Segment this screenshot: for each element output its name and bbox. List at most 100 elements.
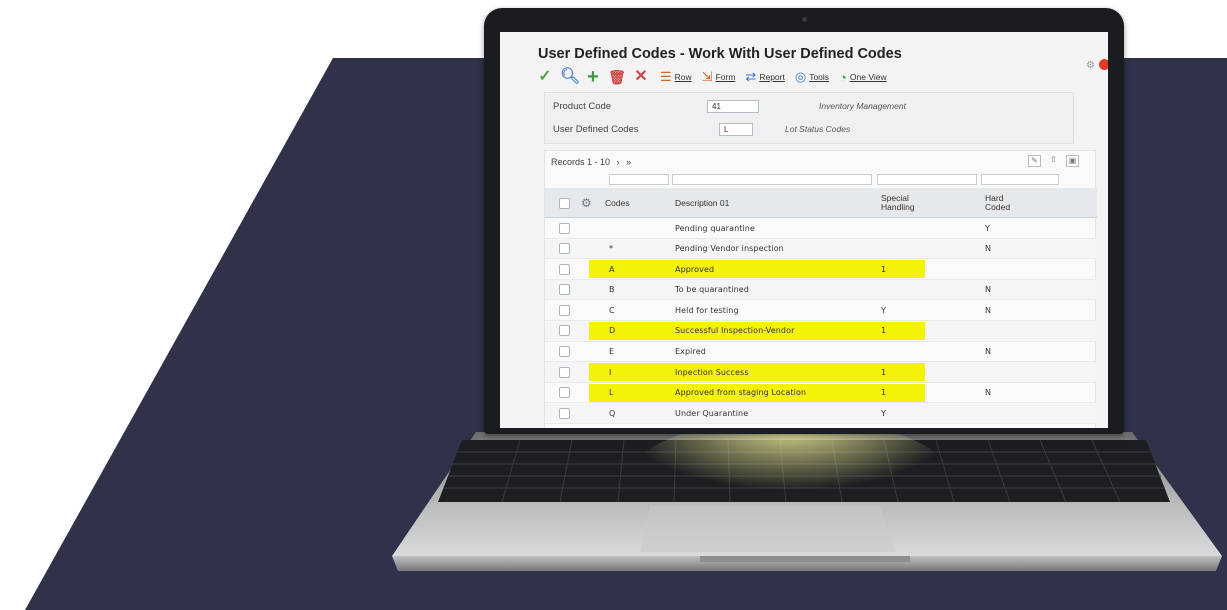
hard-coded-cell: N (985, 244, 992, 254)
special-handling-cell: 1 (881, 367, 887, 377)
close-icon[interactable]: ✕ (632, 68, 650, 86)
hard-coded-column-header[interactable]: Hard Coded (985, 188, 1010, 218)
udc-description: Lot Status Codes (785, 124, 851, 134)
code-cell: E (609, 347, 615, 357)
camera-icon (802, 17, 807, 22)
description-cell: Approved (675, 264, 715, 274)
page-title: User Defined Codes - Work With User Defi… (538, 46, 902, 62)
column-settings-icon[interactable]: ⚙ (581, 188, 592, 218)
udc-input[interactable]: L (719, 123, 753, 136)
description-cell: Approved from staging Location (675, 388, 807, 398)
row-menu-icon: ☰ (660, 69, 672, 84)
add-icon[interactable]: + (584, 67, 602, 87)
row-highlight (589, 363, 925, 382)
records-navigator: Records 1 - 10 › » (551, 157, 631, 167)
table-row[interactable]: B To be quarantined N (545, 279, 1097, 301)
one-view-icon: ◔ (839, 69, 847, 85)
form-menu[interactable]: ⇲ Form (702, 69, 736, 85)
hard-coded-cell: N (985, 285, 992, 295)
row-checkbox[interactable] (559, 280, 570, 300)
row-checkbox[interactable] (559, 403, 570, 423)
description-cell: To be quarantined (675, 285, 749, 295)
last-page-icon[interactable]: » (626, 157, 631, 167)
description-filter-input[interactable] (672, 174, 872, 185)
hard-coded-cell: Y (985, 223, 990, 233)
query-by-example-row (545, 173, 1097, 187)
product-code-description: Inventory Management (819, 101, 906, 111)
description-cell: Under Quarantine (675, 408, 749, 418)
form-menu-icon: ⇲ (701, 69, 713, 84)
product-code-input[interactable]: 41 (707, 100, 759, 113)
search-panel: Product Code 41 Inventory Management Use… (544, 92, 1074, 144)
description-cell: Held for testing (675, 305, 739, 315)
row-checkbox[interactable] (559, 300, 570, 320)
laptop-lid: User Defined Codes - Work With User Defi… (484, 8, 1124, 434)
table-row[interactable]: Pending quarantine Y (545, 218, 1097, 239)
row-checkbox[interactable] (559, 383, 570, 403)
code-cell: A (609, 264, 615, 274)
hard-coded-cell: N (985, 305, 992, 315)
code-cell: D (609, 326, 616, 336)
tools-menu[interactable]: ◎ Tools (795, 69, 829, 85)
table-row[interactable]: E Expired N (545, 342, 1097, 363)
hard-coded-cell: N (985, 347, 992, 357)
report-menu[interactable]: ⇄ Report (745, 69, 784, 85)
row-checkbox[interactable] (559, 321, 570, 341)
description-cell: Expired (675, 347, 706, 357)
table-row[interactable]: C Held for testing Y N (545, 300, 1097, 321)
grid-expand-icon[interactable]: ▣ (1066, 155, 1079, 167)
table-row[interactable]: Q Under Quarantine Y (545, 403, 1097, 424)
row-checkbox[interactable] (559, 218, 570, 238)
code-cell: Q (609, 408, 616, 418)
code-cell: L (609, 388, 614, 398)
table-row[interactable]: L Approved from staging Location 1 N (545, 383, 1097, 404)
hard-coded-cell: N (985, 388, 992, 398)
special-handling-cell: 1 (881, 388, 887, 398)
codes-filter-input[interactable] (609, 174, 669, 185)
app-screen: User Defined Codes - Work With User Defi… (500, 32, 1108, 428)
search-icon[interactable]: 🔍︎ (560, 68, 580, 86)
tools-menu-icon: ◎ (794, 69, 807, 84)
settings-gear-icon[interactable]: ⚙ (1086, 60, 1095, 71)
code-cell: I (609, 367, 612, 377)
code-cell: C (609, 305, 615, 315)
table-row[interactable]: A Approved 1 (545, 259, 1097, 280)
row-checkbox[interactable] (559, 362, 570, 382)
description-cell: Inpection Success (675, 367, 749, 377)
special-handling-column-header[interactable]: Special Handling (881, 188, 915, 218)
table-row[interactable]: I Inpection Success 1 (545, 362, 1097, 383)
records-count: Records 1 - 10 (551, 157, 611, 167)
special-handling-cell: 1 (881, 264, 887, 274)
next-page-icon[interactable]: › (617, 157, 620, 167)
table-row[interactable]: * Pending Vendor inspection N (545, 238, 1097, 260)
notification-dot-icon[interactable] (1099, 59, 1108, 70)
special-handling-cell: Y (881, 408, 886, 418)
codes-column-header[interactable]: Codes (605, 188, 630, 218)
grid-rows: Pending quarantine Y * Pending Vendor in… (545, 218, 1097, 424)
hard-coded-filter-input[interactable] (981, 174, 1059, 185)
grid-tools: ✎ ⇧ ▣ (1028, 155, 1079, 167)
row-checkbox[interactable] (559, 342, 570, 362)
toolbar: ✓ 🔍︎ + 🗑︎ ✕ ☰ Row ⇲ Form ⇄ Report ◎ Tool… (536, 66, 887, 88)
row-checkbox[interactable] (559, 259, 570, 279)
special-handling-cell: Y (881, 305, 886, 315)
row-menu[interactable]: ☰ Row (660, 69, 692, 85)
grid-header: ⚙ Codes Description 01 Special Handling … (545, 188, 1097, 218)
description-column-header[interactable]: Description 01 (675, 188, 729, 218)
select-all-checkbox[interactable] (559, 188, 570, 218)
row-checkbox[interactable] (559, 239, 570, 259)
export-icon[interactable]: ⇧ (1047, 155, 1060, 167)
description-cell: Pending quarantine (675, 223, 755, 233)
table-row[interactable]: D Successful Inspection-Vendor 1 (545, 320, 1097, 342)
special-handling-cell: 1 (881, 326, 887, 336)
grid-panel: Records 1 - 10 › » ✎ ⇧ ▣ ⚙ Codes Descrip… (544, 150, 1097, 428)
delete-icon[interactable]: 🗑︎ (608, 68, 626, 86)
product-code-label: Product Code (553, 101, 612, 112)
grid-edit-icon[interactable]: ✎ (1028, 155, 1041, 167)
description-cell: Successful Inspection-Vendor (675, 326, 795, 336)
check-icon[interactable]: ✓ (536, 68, 554, 86)
one-view-menu[interactable]: ◔ One View (839, 70, 887, 85)
description-cell: Pending Vendor inspection (675, 244, 784, 254)
report-menu-icon: ⇄ (745, 69, 757, 84)
special-handling-filter-input[interactable] (877, 174, 977, 185)
